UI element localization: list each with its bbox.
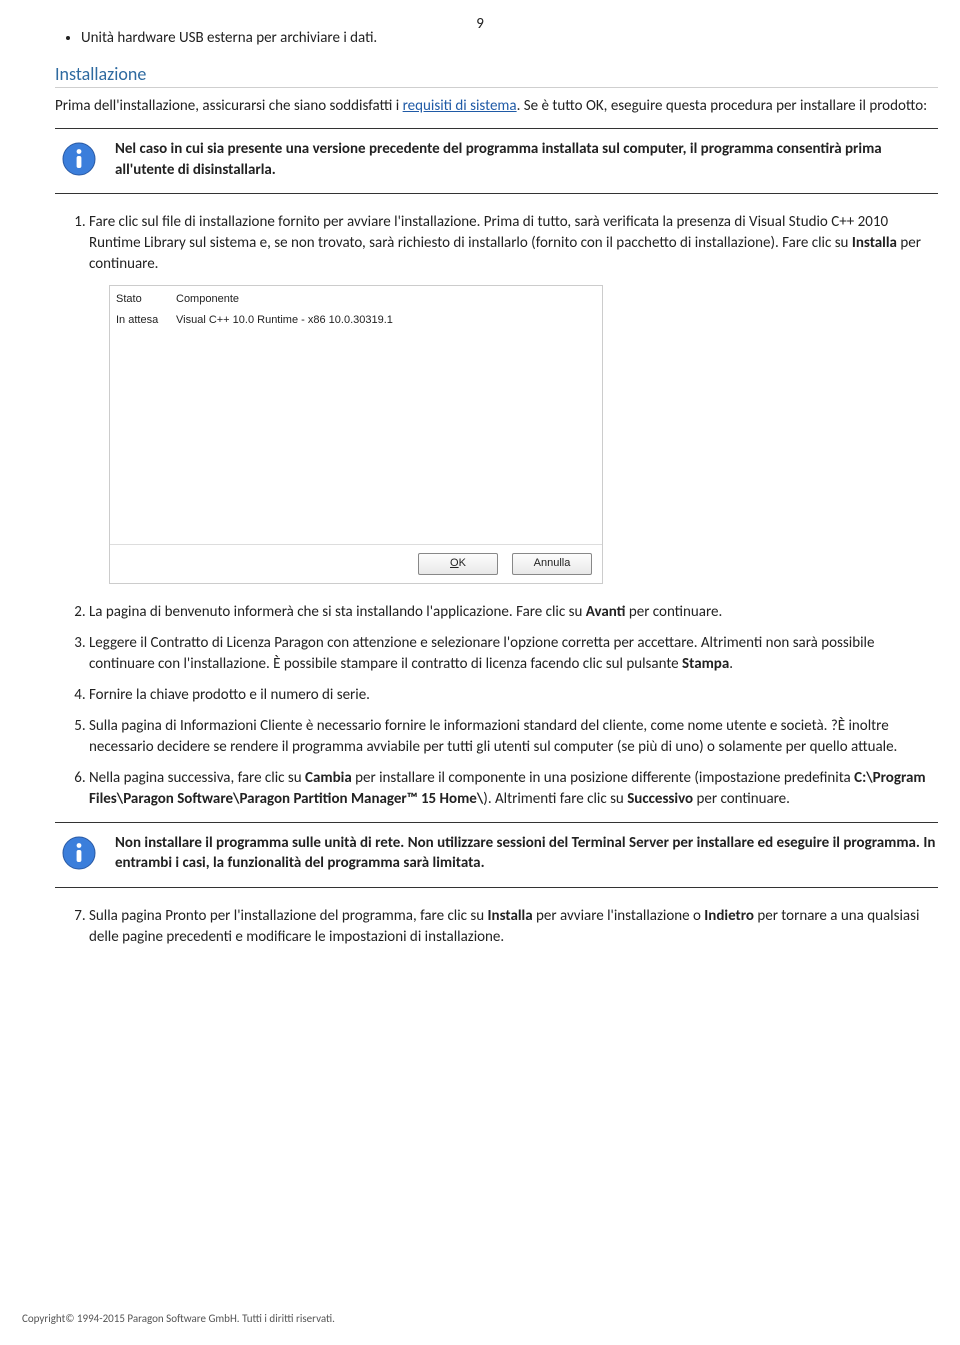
row-componente: Visual C++ 10.0 Runtime - x86 10.0.30319… [176,313,393,328]
step-list: Fare clic sul file di installazione forn… [55,212,938,809]
step-6-bold1: Cambia [305,769,352,787]
footer-copyright: Copyright© 1994-2015 Paragon Software Gm… [22,1312,335,1325]
step-2-pre: La pagina di benvenuto informerà che si … [89,603,586,621]
step-2-post: per continuare. [625,603,722,621]
step-7: Sulla pagina Pronto per l'installazione … [89,906,938,948]
step-7-mid: per avviare l'installazione o [533,907,705,925]
list-header: Stato Componente [116,290,596,311]
step-1: Fare clic sul file di installazione forn… [89,212,938,583]
step-4: Fornire la chiave prodotto e il numero d… [89,685,938,706]
installer-screenshot: Stato Componente In attesa Visual C++ 10… [109,285,603,583]
info-icon [61,141,97,177]
page-number: 9 [0,15,960,33]
section-title: Installazione [55,63,938,88]
step-2: La pagina di benvenuto informerà che si … [89,602,938,623]
step-1-pre: Fare clic sul file di installazione forn… [89,213,888,252]
col-componente: Componente [176,292,239,307]
step-3-pre: Leggere il Contratto di Licenza Paragon … [89,634,874,673]
step-3-bold: Stampa [682,655,729,673]
step-6-post: per continuare. [693,790,790,808]
step-2-bold: Avanti [586,603,626,621]
cancel-button[interactable]: Annulla [512,553,592,574]
intro-post: . Se è tutto OK, eseguire questa procedu… [517,97,928,115]
step-7-bold2: Indietro [704,907,754,925]
col-stato: Stato [116,292,176,307]
component-list: Stato Componente In attesa Visual C++ 10… [110,286,602,545]
step-6-mid2: ). Altrimenti fare clic su [483,790,627,808]
note-text: Nel caso in cui sia presente una version… [115,139,938,180]
row-stato: In attesa [116,313,176,328]
info-icon [61,835,97,871]
step-6-mid1: per installare il componente in una posi… [352,769,854,787]
ok-underline: O [450,557,459,569]
step-6-pre: Nella pagina successiva, fare clic su [89,769,305,787]
step-3: Leggere il Contratto di Licenza Paragon … [89,633,938,675]
step-1-bold: Installa [852,234,897,252]
step-7-bold1: Installa [488,907,533,925]
step-6-bold2: Successivo [627,790,693,808]
note-text: Non installare il programma sulle unità … [115,833,938,874]
step-7-pre: Sulla pagina Pronto per l'installazione … [89,907,488,925]
step-6: Nella pagina successiva, fare clic su Ca… [89,768,938,810]
step-5: Sulla pagina di Informazioni Cliente è n… [89,716,938,758]
list-row: In attesa Visual C++ 10.0 Runtime - x86 … [116,312,596,329]
intro-paragraph: Prima dell'installazione, assicurarsi ch… [55,96,938,116]
step-3-post: . [729,655,733,673]
intro-pre: Prima dell'installazione, assicurarsi ch… [55,97,403,115]
step-list-2: Sulla pagina Pronto per l'installazione … [55,906,938,948]
ok-button[interactable]: OK [418,553,498,574]
note-box-1: Nel caso in cui sia presente una version… [55,128,938,194]
note-box-2: Non installare il programma sulle unità … [55,822,938,888]
system-requirements-link[interactable]: requisiti di sistema [403,97,517,115]
ok-rest: K [459,557,466,569]
